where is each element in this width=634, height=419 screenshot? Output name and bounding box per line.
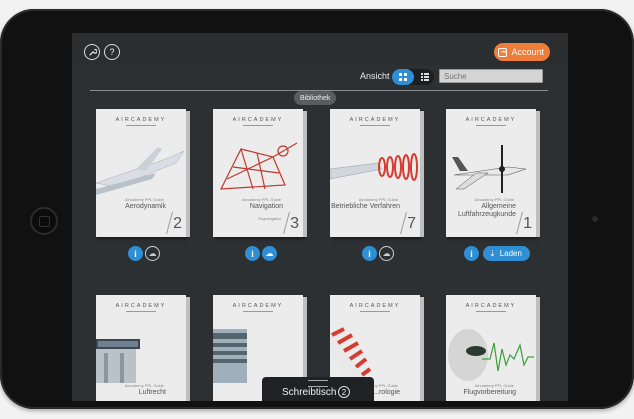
slash-line bbox=[166, 212, 173, 234]
ipad-frame: ? ⇥ Account Ansicht Suche Bibliothek AIR… bbox=[0, 9, 634, 409]
book-title: Luftrecht bbox=[138, 389, 166, 396]
book-subtitle: Flugnavigation bbox=[258, 217, 281, 221]
info-button[interactable]: i bbox=[245, 246, 260, 261]
red-structure-image bbox=[219, 142, 298, 190]
book-number: 3 bbox=[290, 215, 299, 232]
book-tag: Aircademy PPL Guide bbox=[124, 383, 164, 388]
info-button[interactable]: i bbox=[362, 246, 377, 261]
book-title: Navigation bbox=[249, 203, 283, 210]
slash-line bbox=[400, 212, 407, 234]
book-title: Flugvorbereitung bbox=[463, 389, 516, 396]
slash-line bbox=[283, 212, 290, 234]
download-arrow-icon: ⇣ bbox=[489, 249, 496, 258]
drag-handle-icon[interactable] bbox=[308, 380, 328, 387]
desk-tab[interactable]: Schreibtisch 2 bbox=[262, 377, 374, 401]
grid-view-button[interactable] bbox=[392, 69, 414, 85]
book-navigation[interactable]: AIRCADEMY Aircademy PPL Guide Navigation… bbox=[213, 109, 307, 237]
book-title: Betriebliche Verfahren bbox=[331, 203, 400, 210]
book-flugvorbereitung[interactable]: AIRCADEMY Aircademy PPL Guide Flugvorber… bbox=[446, 295, 540, 401]
tower-building-image bbox=[213, 329, 247, 383]
book-luftrecht[interactable]: AIRCADEMY Aircademy PPL Guide Luftrecht bbox=[96, 295, 190, 401]
info-label: i bbox=[251, 248, 254, 259]
cloud-download-icon[interactable]: ☁ bbox=[379, 246, 394, 261]
book-brand: AIRCADEMY bbox=[115, 303, 167, 309]
brand-line bbox=[126, 125, 156, 126]
book-brand: AIRCADEMY bbox=[232, 117, 284, 123]
book-brand: AIRCADEMY bbox=[465, 117, 517, 123]
library-tab[interactable]: Bibliothek bbox=[294, 91, 337, 105]
book-brand: AIRCADEMY bbox=[232, 303, 284, 309]
wrench-icon[interactable] bbox=[84, 44, 100, 60]
face-heartbeat-image bbox=[448, 329, 534, 381]
help-button[interactable]: ? bbox=[104, 44, 120, 60]
airplane-wing-image bbox=[96, 147, 185, 195]
book-brand: AIRCADEMY bbox=[349, 303, 401, 309]
brand-line bbox=[360, 125, 390, 126]
load-button[interactable]: ⇣ Laden bbox=[483, 246, 530, 261]
brand-line bbox=[360, 311, 390, 312]
book-tag: Aircademy PPL Guide bbox=[474, 383, 514, 388]
brand-line bbox=[243, 125, 273, 126]
account-button[interactable]: ⇥ Account bbox=[494, 43, 550, 61]
brand-line bbox=[476, 311, 506, 312]
grid-icon bbox=[399, 73, 407, 81]
book-brand: AIRCADEMY bbox=[465, 303, 517, 309]
load-label: Laden bbox=[499, 249, 522, 258]
info-label: i bbox=[470, 248, 473, 259]
book-tag: Aircademy PPL Guide bbox=[474, 197, 514, 202]
desk-count-badge: 2 bbox=[338, 386, 350, 398]
info-button[interactable]: i bbox=[464, 246, 479, 261]
brand-line bbox=[243, 311, 273, 312]
book-number: 2 bbox=[173, 215, 182, 232]
book-brand: AIRCADEMY bbox=[349, 117, 401, 123]
red-spiral-wing-image bbox=[330, 153, 418, 181]
book-tag: Aircademy PPL Guide bbox=[241, 197, 281, 202]
toolbar: Ansicht bbox=[72, 69, 568, 87]
slash-line bbox=[516, 212, 523, 234]
brand-line bbox=[476, 125, 506, 126]
book-tag: Aircademy PPL Guide bbox=[358, 197, 398, 202]
desk-label: Schreibtisch bbox=[282, 387, 337, 398]
cloud-download-icon[interactable]: ☁ bbox=[145, 246, 160, 261]
control-tower-image bbox=[96, 339, 140, 383]
list-view-button[interactable] bbox=[416, 69, 434, 85]
cloud-check-icon[interactable]: ☁ bbox=[262, 246, 277, 261]
book-number: 1 bbox=[523, 215, 532, 232]
search-input[interactable] bbox=[439, 69, 543, 83]
book-number: 7 bbox=[407, 215, 416, 232]
home-button[interactable] bbox=[30, 207, 58, 235]
app-screen: ? ⇥ Account Ansicht Suche Bibliothek AIR… bbox=[72, 33, 568, 401]
view-toggle bbox=[392, 69, 434, 85]
book-title: Allgemeine Luftfahrzeugkunde bbox=[458, 203, 516, 218]
account-icon: ⇥ bbox=[498, 47, 508, 57]
camera-dot bbox=[592, 216, 598, 222]
book-betriebliche-verfahren[interactable]: AIRCADEMY Aircademy PPL Guide Betrieblic… bbox=[330, 109, 424, 237]
info-button[interactable]: i bbox=[128, 246, 143, 261]
windsock-image bbox=[330, 327, 372, 383]
library-tab-label: Bibliothek bbox=[300, 94, 331, 102]
brand-line bbox=[126, 311, 156, 312]
list-icon bbox=[421, 73, 429, 81]
info-label: i bbox=[134, 248, 137, 259]
book-title: Aerodynamik bbox=[125, 203, 166, 210]
book-allgemeine-luftfahrzeugkunde[interactable]: AIRCADEMY Aircademy PPL Guide Allgemeine… bbox=[446, 109, 540, 237]
book-brand: AIRCADEMY bbox=[115, 117, 167, 123]
account-label: Account bbox=[511, 47, 544, 57]
view-label: Ansicht bbox=[360, 71, 390, 81]
info-label: i bbox=[368, 248, 371, 259]
help-label: ? bbox=[109, 46, 115, 57]
propeller-aircraft-image bbox=[452, 145, 527, 193]
book-tag: Aircademy PPL Guide bbox=[124, 197, 164, 202]
top-bar: ? ⇥ Account bbox=[72, 33, 568, 65]
book-aerodynamik[interactable]: AIRCADEMY Aircademy PPL Guide Aerodynami… bbox=[96, 109, 190, 237]
